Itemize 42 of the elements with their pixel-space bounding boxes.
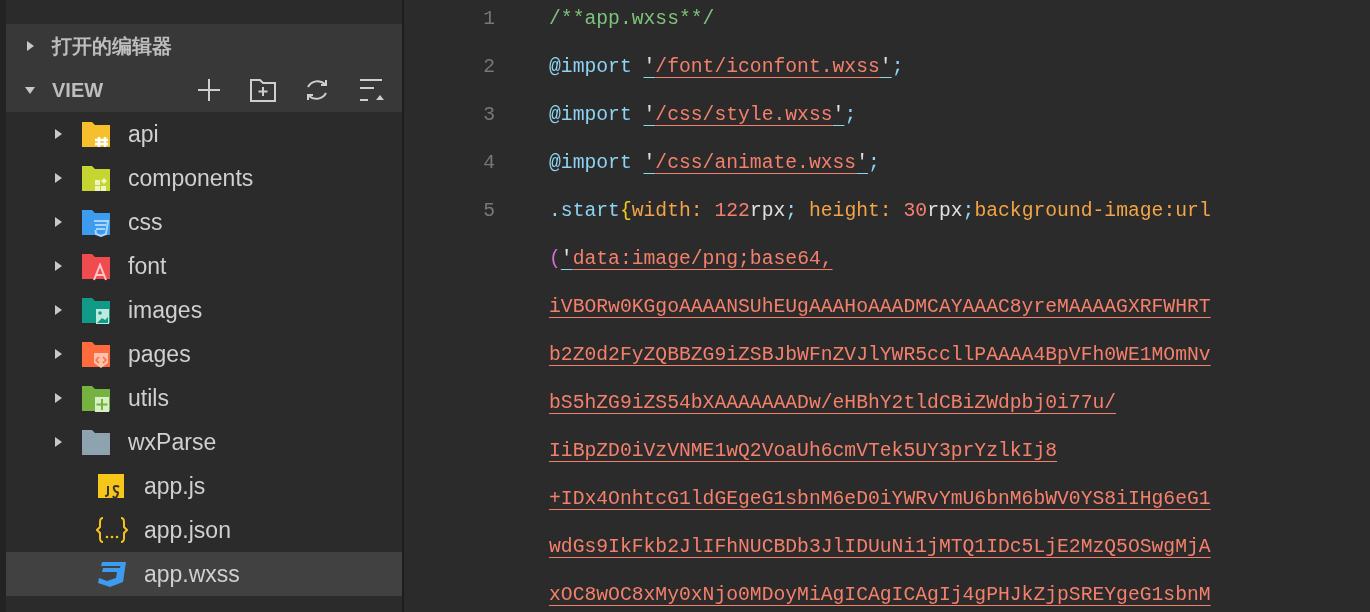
- expand-arrow-icon[interactable]: [52, 436, 64, 448]
- file-tree-item[interactable]: images: [6, 288, 402, 332]
- file-tree-item[interactable]: app.wxss: [6, 552, 402, 596]
- code-line: bS5hZG9iZS54bXAAAAAAADw/eHBhY2tldCBiZWdpbj0i77u/: [548, 391, 1117, 417]
- code-line: xOC8wOC8xMy0xNjo0MDoyMiAgICAgICAgIj4gPHJkZjpSREYgeG1sbnM: [548, 583, 1211, 609]
- expand-arrow-icon[interactable]: [52, 172, 64, 184]
- line-number: 3: [482, 103, 495, 129]
- expand-arrow-icon[interactable]: [52, 348, 64, 360]
- code-line: /**app.wxss**/: [548, 7, 715, 33]
- file-tree-item[interactable]: app.js: [6, 464, 402, 508]
- code-line: @import '/css/animate.wxss';: [548, 151, 880, 177]
- line-number: 4: [482, 151, 495, 177]
- braces-icon: [96, 515, 128, 545]
- file-tree-item[interactable]: wxParse: [6, 420, 402, 464]
- expand-arrow-icon[interactable]: [52, 128, 64, 140]
- expand-arrow-icon[interactable]: [52, 392, 64, 404]
- code-line: iVBORw0KGgoAAAANSUhEUgAAAHoAAADMCAYAAAC8yreMAAAAGXRFWHRT: [548, 295, 1211, 321]
- file-tree-item[interactable]: app.json: [6, 508, 402, 552]
- expand-arrow-icon[interactable]: [24, 40, 36, 52]
- line-number: 1: [482, 7, 495, 33]
- file-tree-item[interactable]: css: [6, 200, 402, 244]
- code-line: b2Z0d2FyZQBBZG9iZSBJbWFnZVJlYWR5ccllPAAAA4BpVFh0WE1MOmNv: [548, 343, 1211, 369]
- collapse-arrow-icon[interactable]: [24, 84, 36, 96]
- code-line: ('data:image/png;base64,: [548, 247, 833, 273]
- code-line: wdGs9IkFkb2JlIFhNUCBDb3JlIDUuNi1jMTQ1IDc5LjE2MzQ5OSwgMjA: [548, 535, 1211, 561]
- line-number: 2: [482, 55, 495, 81]
- code-line: @import '/font/iconfont.wxss';: [548, 55, 904, 81]
- code-line: @import '/css/style.wxss';: [548, 103, 857, 129]
- file-tree-item[interactable]: api: [6, 112, 402, 156]
- file-tree-item[interactable]: components: [6, 156, 402, 200]
- code-line: IiBpZD0iVzVNME1wQ2VoaUh6cmVTek5UY3prYzlkIj8: [548, 439, 1058, 465]
- code-line: .start{width: 122rpx; height: 30rpx;background-image:url: [548, 199, 1211, 225]
- line-number: 5: [482, 199, 495, 225]
- expand-arrow-icon[interactable]: [52, 260, 64, 272]
- file-tree-item[interactable]: utils: [6, 376, 402, 420]
- expand-arrow-icon[interactable]: [52, 216, 64, 228]
- file-tree-item[interactable]: font: [6, 244, 402, 288]
- section-title[interactable]: VIEW: [52, 75, 104, 105]
- expand-arrow-icon[interactable]: [52, 304, 64, 316]
- css-file-icon: [96, 559, 128, 589]
- file-tree-item[interactable]: pages: [6, 332, 402, 376]
- code-line: +IDx4OnhtcG1ldGEgeG1sbnM6eD0iYWRvYmU6bnM6bWV0YS8iIHg6eG1: [548, 487, 1211, 513]
